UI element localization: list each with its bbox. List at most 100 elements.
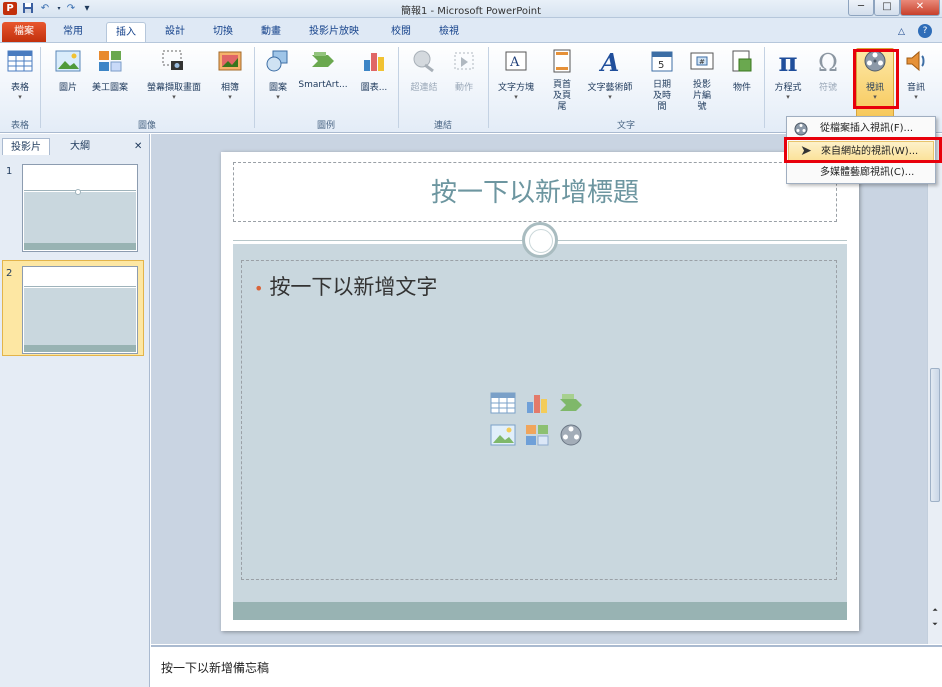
film-reel-icon <box>861 49 889 77</box>
object-label: 物件 <box>732 83 751 93</box>
menu-item-clipart-video[interactable]: 多媒體藝廊視訊(C)... <box>788 163 934 183</box>
pi-icon: π <box>778 48 798 78</box>
content-placeholder[interactable]: • 按一下以新增文字 <box>241 260 837 580</box>
video-dropdown-icon: ▾ <box>873 93 877 101</box>
shapes-button[interactable]: 圖案 ▾ <box>258 49 298 101</box>
action-button[interactable]: 動作 <box>444 49 484 93</box>
omega-icon: Ω <box>818 49 838 77</box>
wordart-button[interactable]: A 文字藝術師 ▾ <box>584 49 636 102</box>
tab-design[interactable]: 設計 <box>156 22 194 42</box>
shapes-icon <box>264 49 292 77</box>
wordart-label: 文字藝術師 <box>587 83 633 93</box>
slide-number-button[interactable]: # 投影片編號 <box>682 49 722 113</box>
textbox-button[interactable]: A 文字方塊 ▾ <box>492 49 540 101</box>
close-button[interactable]: ✕ <box>900 0 940 16</box>
menu-item-video-from-website[interactable]: ➤ 來自網站的視訊(W)... <box>788 141 934 161</box>
thumbnail-body <box>24 288 136 352</box>
picture-icon <box>54 49 82 77</box>
tab-slides[interactable]: 投影片 <box>2 138 50 155</box>
film-reel-icon <box>794 122 808 136</box>
scrollbar-thumb[interactable] <box>930 368 940 502</box>
table-dropdown-icon: ▾ <box>18 93 22 101</box>
group-label-images: 圖像 <box>137 121 156 131</box>
insert-chart-icon[interactable] <box>524 391 550 415</box>
group-label-illustrations: 圖例 <box>316 121 335 131</box>
symbol-button[interactable]: Ω 符號 <box>808 49 848 93</box>
insert-smartart-icon[interactable] <box>558 391 584 415</box>
svg-text:A: A <box>509 55 520 70</box>
chart-button[interactable]: 圖表... <box>354 49 394 93</box>
chart-label: 圖表... <box>360 83 388 93</box>
close-panel-icon[interactable]: ✕ <box>126 138 150 155</box>
bullet-dot: • <box>254 279 264 298</box>
title-placeholder[interactable]: 按一下以新增標題 <box>233 162 837 222</box>
tab-transitions[interactable]: 切換 <box>204 22 242 42</box>
previous-slide-icon[interactable]: ⏶ <box>928 604 942 616</box>
clipart-icon <box>96 49 124 77</box>
clipart-label: 美工圖案 <box>91 83 128 93</box>
smartart-icon <box>309 49 337 77</box>
vertical-scrollbar[interactable]: ⏶ ⏷ <box>927 134 942 644</box>
shapes-label: 圖案 <box>268 83 287 93</box>
next-slide-icon[interactable]: ⏷ <box>928 618 942 630</box>
video-label: 視訊 <box>865 83 884 93</box>
photo-album-button[interactable]: 相簿 ▾ <box>210 49 250 101</box>
mouse-cursor-icon: ➤ <box>800 143 812 159</box>
date-time-button[interactable]: 5 日期及時間 <box>642 49 682 113</box>
hyperlink-button[interactable]: 超連結 <box>404 49 444 93</box>
menu-item-label: 從檔案插入視訊(F)... <box>820 123 914 134</box>
window-title: 簡報1 - Microsoft PowerPoint <box>400 6 542 17</box>
tab-file[interactable]: 檔案 <box>2 22 46 42</box>
screenshot-dropdown-icon: ▾ <box>172 93 176 101</box>
menu-item-video-from-file[interactable]: 從檔案插入視訊(F)... <box>788 119 934 139</box>
screenshot-button[interactable]: 螢幕擷取畫面 ▾ <box>142 49 206 101</box>
minimize-button[interactable]: ─ <box>848 0 874 16</box>
audio-dropdown-icon: ▾ <box>914 93 918 101</box>
textbox-dropdown-icon: ▾ <box>514 93 518 101</box>
notes-pane[interactable]: 按一下以新增備忘稿 <box>151 645 942 687</box>
group-label-text: 文字 <box>616 121 635 131</box>
tab-view[interactable]: 檢視 <box>430 22 468 42</box>
speaker-icon <box>902 49 930 77</box>
video-button[interactable]: 視訊 ▾ <box>856 48 894 118</box>
video-dropdown-menu: 從檔案插入視訊(F)... ➤ 來自網站的視訊(W)... 多媒體藝廊視訊(C)… <box>786 116 936 184</box>
textbox-icon: A <box>502 49 530 77</box>
minimize-ribbon-icon[interactable]: △ <box>898 22 905 42</box>
smartart-button[interactable]: SmartArt... <box>298 49 348 90</box>
slide-number-1: 1 <box>6 166 13 177</box>
equation-dropdown-icon: ▾ <box>786 93 790 101</box>
tab-review[interactable]: 校閱 <box>382 22 420 42</box>
tab-insert[interactable]: 插入 <box>106 22 146 42</box>
slide-thumbnail-1[interactable] <box>22 164 138 252</box>
header-footer-button[interactable]: 頁首及頁尾 <box>542 49 582 113</box>
object-button[interactable]: 物件 <box>722 49 762 93</box>
maximize-button[interactable]: □ <box>874 0 900 16</box>
tab-slideshow[interactable]: 投影片放映 <box>300 22 368 42</box>
decorative-circle <box>522 222 558 258</box>
insert-media-icon[interactable] <box>558 423 584 447</box>
equation-label: 方程式 <box>774 83 802 93</box>
table-button[interactable]: 表格 ▾ <box>0 49 40 101</box>
insert-picture-icon[interactable] <box>490 423 516 447</box>
tab-home[interactable]: 常用 <box>54 22 92 42</box>
table-icon <box>6 49 34 77</box>
photo-album-label: 相簿 <box>220 83 239 93</box>
textbox-label: 文字方塊 <box>497 83 534 93</box>
help-icon[interactable]: ? <box>918 24 932 38</box>
group-separator <box>254 47 255 128</box>
picture-label: 圖片 <box>58 83 77 93</box>
tab-animations[interactable]: 動畫 <box>252 22 290 42</box>
slide-thumbnail-2[interactable] <box>22 266 138 354</box>
content-bullet-text: • 按一下以新增文字 <box>254 271 437 301</box>
content-placeholder-text: 按一下以新增文字 <box>269 275 438 299</box>
action-label: 動作 <box>454 83 473 93</box>
insert-clipart-icon[interactable] <box>524 423 550 447</box>
audio-button[interactable]: 音訊 ▾ <box>896 49 936 101</box>
clipart-button[interactable]: 美工圖案 <box>90 49 130 93</box>
insert-table-icon[interactable] <box>490 391 516 415</box>
picture-button[interactable]: 圖片 <box>48 49 88 93</box>
calendar-icon: 5 <box>648 49 676 77</box>
equation-button[interactable]: π 方程式 ▾ <box>768 49 808 101</box>
screenshot-icon <box>160 49 188 77</box>
tab-outline[interactable]: 大綱 <box>62 138 98 155</box>
